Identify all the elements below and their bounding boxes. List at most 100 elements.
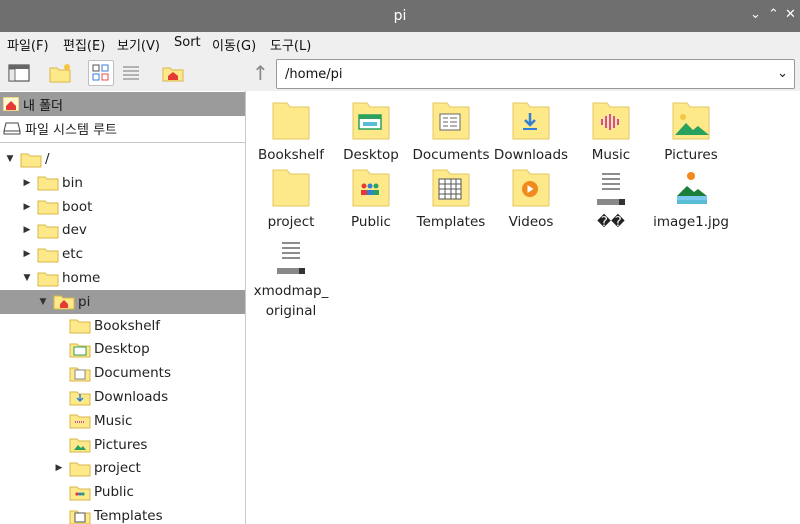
file-item[interactable]: xmodmap_ original — [251, 237, 331, 320]
menu-edit[interactable]: 편집(E) — [63, 35, 105, 54]
expander-closed-icon[interactable]: ▶ — [21, 202, 33, 212]
tree-node-label: Desktop — [94, 341, 150, 358]
image-file-icon — [651, 168, 731, 208]
menu-go[interactable]: 이동(G) — [212, 35, 256, 54]
folder-icon — [69, 317, 91, 334]
file-item[interactable]: Public — [331, 168, 411, 231]
path-bar[interactable]: ⌄ — [276, 59, 795, 89]
folder-icon — [331, 168, 411, 208]
file-view: Bookshelf Desktop Documents Downloads Music P… — [247, 91, 800, 524]
tree-node-label: pi — [78, 293, 91, 310]
file-item[interactable]: Desktop — [331, 101, 411, 164]
file-name: Public — [351, 214, 391, 230]
folder-icon — [69, 508, 91, 524]
file-name: Bookshelf — [258, 147, 324, 163]
folder-icon — [571, 101, 651, 141]
tree-node[interactable]: Public — [0, 480, 245, 504]
chevron-down-icon[interactable]: ⌄ — [777, 66, 788, 81]
tree-node[interactable]: Desktop — [0, 337, 245, 361]
expander-open-icon[interactable]: ▼ — [21, 273, 33, 283]
folder-icon — [491, 101, 571, 141]
file-name-line2: original — [265, 303, 317, 319]
expander-open-icon[interactable]: ▼ — [37, 297, 49, 307]
tree-node[interactable]: ▶ dev — [0, 218, 245, 242]
new-window-button[interactable] — [6, 60, 32, 86]
place-home[interactable]: 내 폴더 — [0, 92, 245, 116]
minimize-button[interactable]: ⌄ — [750, 7, 761, 22]
file-item[interactable]: project — [251, 168, 331, 231]
file-item[interactable]: Pictures — [651, 101, 731, 164]
menu-file[interactable]: 파일(F) — [7, 35, 49, 54]
tree-node[interactable]: ▶ etc — [0, 242, 245, 266]
menu-bar: 파일(F) 편집(E) 보기(V) Sort 이동(G) 도구(L) — [0, 32, 800, 56]
tree-node[interactable]: Pictures — [0, 433, 245, 457]
file-name: Templates — [416, 214, 486, 230]
folder-icon — [69, 365, 91, 382]
file-item[interactable]: Templates — [411, 168, 491, 231]
home-icon — [3, 97, 19, 111]
file-name: image1.jpg — [653, 214, 729, 230]
tree-node[interactable]: ▶ boot — [0, 195, 245, 219]
folder-icon — [37, 222, 59, 239]
home-folder-icon — [162, 67, 184, 82]
text-file-icon — [251, 237, 331, 277]
folder-icon — [37, 246, 59, 263]
new-tab-button[interactable] — [47, 60, 73, 86]
path-input[interactable] — [277, 60, 767, 88]
tree-node-label: home — [62, 270, 101, 286]
list-view-button[interactable] — [118, 60, 144, 86]
close-button[interactable]: ✕ — [785, 7, 796, 22]
tree-node[interactable]: ▼ pi — [0, 289, 245, 314]
file-item[interactable]: Music — [571, 101, 651, 164]
tree-node[interactable]: Templates — [0, 504, 245, 524]
folder-icon — [251, 168, 331, 208]
tree-node[interactable]: Downloads — [0, 385, 245, 409]
file-item[interactable]: Bookshelf — [251, 101, 331, 164]
file-item[interactable]: image1.jpg — [651, 168, 731, 231]
tree-node[interactable]: ▼ home — [0, 266, 245, 290]
expander-closed-icon[interactable]: ▶ — [21, 249, 33, 259]
file-name: Documents — [412, 147, 490, 163]
expander-closed-icon[interactable]: ▶ — [21, 178, 33, 188]
folder-icon — [69, 412, 91, 429]
tree-node-label: etc — [62, 246, 84, 263]
tree-node-label: bin — [62, 174, 83, 191]
tree-node-label: boot — [62, 198, 93, 215]
folder-icon — [69, 436, 91, 453]
tree-node[interactable]: ▶ bin — [0, 171, 245, 195]
file-name: xmodmap_ — [253, 283, 329, 299]
expander-closed-icon[interactable]: ▶ — [21, 225, 33, 235]
tree-node[interactable]: Documents — [0, 361, 245, 385]
folder-icon — [251, 101, 331, 141]
place-filesystem-root[interactable]: 파일 시스템 루트 — [0, 116, 245, 140]
home-button[interactable] — [160, 60, 186, 86]
folder-icon — [651, 101, 731, 141]
tree-node-label: Public — [94, 484, 134, 501]
list-view-icon — [123, 66, 139, 80]
file-item[interactable]: Downloads — [491, 101, 571, 164]
file-item[interactable]: Videos — [491, 168, 571, 231]
menu-tools[interactable]: 도구(L) — [270, 35, 311, 54]
tree-node-label: Pictures — [94, 436, 148, 453]
maximize-button[interactable]: ⌃ — [768, 7, 779, 22]
menu-view[interactable]: 보기(V) — [117, 35, 160, 54]
folder-icon — [69, 389, 91, 406]
menu-sort[interactable]: Sort — [174, 35, 201, 50]
icon-view-button[interactable] — [88, 60, 114, 86]
folder-icon — [491, 168, 571, 208]
folder-icon — [331, 101, 411, 141]
file-name: ��᠎ — [597, 214, 625, 230]
expander-closed-icon[interactable]: ▶ — [53, 463, 65, 473]
folder-icon — [37, 174, 59, 191]
tree-node[interactable]: Music — [0, 409, 245, 433]
folder-icon — [69, 341, 91, 358]
file-item[interactable]: Documents — [411, 101, 491, 164]
tree-node[interactable]: ▼ / — [0, 147, 245, 171]
new-folder-icon — [49, 64, 71, 83]
tree-node[interactable]: Bookshelf — [0, 314, 245, 338]
file-item[interactable]: ��᠎ — [571, 168, 651, 231]
expander-open-icon[interactable]: ▼ — [4, 154, 16, 164]
tree-node[interactable]: ▶ project — [0, 456, 245, 480]
up-arrow-icon[interactable]: ↑ — [252, 61, 269, 85]
folder-icon — [20, 151, 42, 168]
